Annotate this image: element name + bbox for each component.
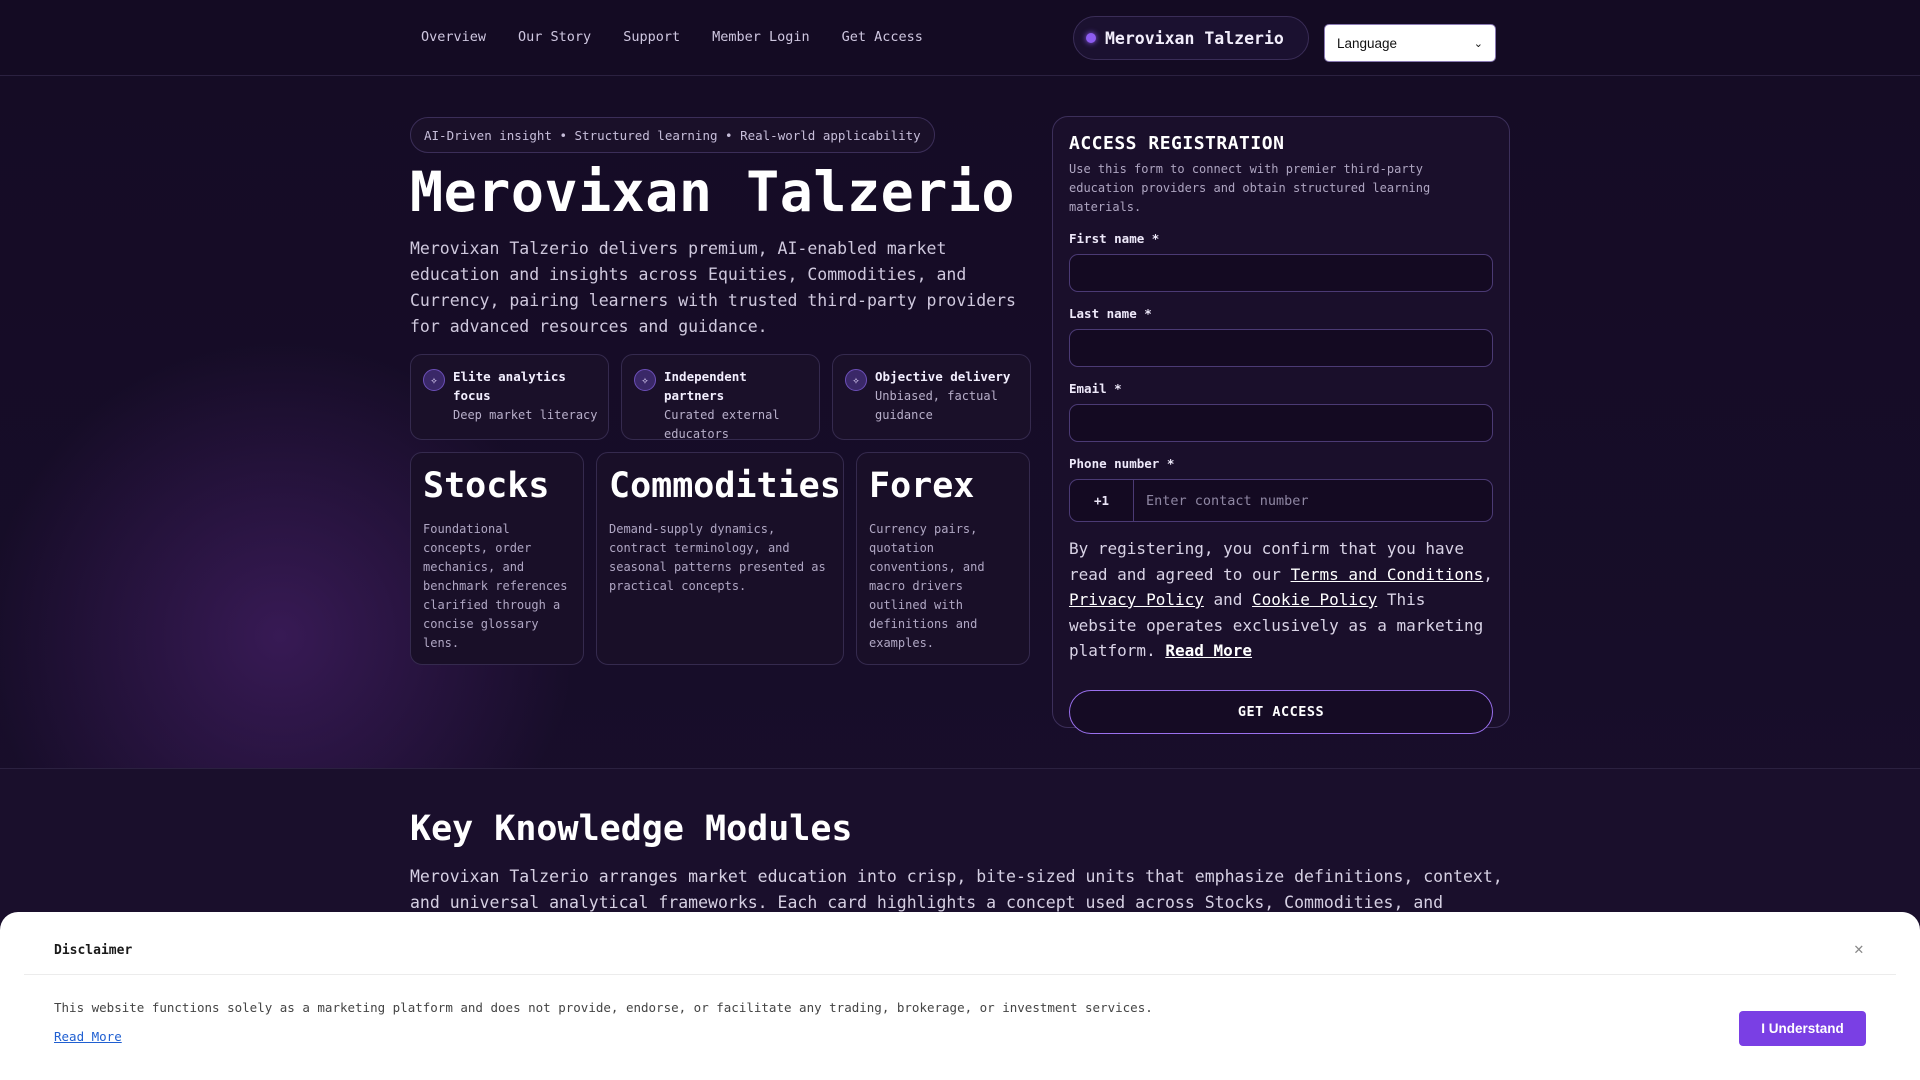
last-name-label: Last name * xyxy=(1069,306,1152,321)
feature-card: ✧ Independent partners Curated external … xyxy=(621,354,820,441)
disclaimer-read-more-link[interactable]: Read More xyxy=(54,1029,122,1044)
email-field[interactable] xyxy=(1069,404,1493,442)
divider xyxy=(24,974,1896,975)
brand-name: Merovixan Talzerio xyxy=(1105,28,1284,48)
privacy-link[interactable]: Privacy Policy xyxy=(1069,590,1204,609)
nav-link-member-login[interactable]: Member Login xyxy=(712,29,810,45)
language-select[interactable]: Language ⌄ xyxy=(1324,24,1496,62)
nav-link-get-access[interactable]: Get Access xyxy=(842,29,923,45)
sparkle-icon: ✧ xyxy=(845,369,867,391)
form-subtitle: Use this form to connect with premier th… xyxy=(1069,162,1431,214)
nav-link-our-story[interactable]: Our Story xyxy=(518,29,591,45)
registration-form: ACCESS REGISTRATION Use this form to con… xyxy=(1052,116,1510,734)
consent-text: By registering, you confirm that you hav… xyxy=(1069,536,1493,664)
i-understand-button[interactable]: I Understand xyxy=(1739,1011,1866,1046)
brand-logo[interactable]: Merovixan Talzerio xyxy=(1073,16,1309,60)
close-icon[interactable]: ✕ xyxy=(1854,939,1864,958)
feature-title: Elite analytics focus xyxy=(453,369,566,403)
disclaimer-title: Disclaimer xyxy=(54,943,133,958)
feature-subtitle: Curated external educators xyxy=(664,408,780,441)
phone-country-code[interactable]: +1 xyxy=(1070,480,1134,521)
hero-description: Merovixan Talzerio delivers premium, AI-… xyxy=(410,239,1016,336)
consent-separator: , xyxy=(1483,564,1493,584)
market-description: Demand-supply dynamics, contract termino… xyxy=(609,522,826,593)
section-title: Key Knowledge Modules xyxy=(410,809,853,849)
nav-link-overview[interactable]: Overview xyxy=(421,29,486,45)
cookie-link[interactable]: Cookie Policy xyxy=(1252,590,1377,609)
feature-list: ✧ Elite analytics focus Deep market lite… xyxy=(410,354,1031,441)
market-title: Stocks xyxy=(423,466,550,506)
phone-label: Phone number * xyxy=(1069,456,1175,471)
brand-dot-icon xyxy=(1086,33,1096,43)
terms-link[interactable]: Terms and Conditions xyxy=(1291,565,1484,584)
feature-title: Independent partners xyxy=(664,369,747,403)
feature-title: Objective delivery xyxy=(875,369,1011,384)
market-card-stocks: Stocks Foundational concepts, order mech… xyxy=(410,452,584,665)
market-description: Currency pairs, quotation conventions, a… xyxy=(869,522,985,650)
hero-tagline-badge: AI-Driven insight • Structured learning … xyxy=(410,117,935,153)
top-navigation: Overview Our Story Support Member Login … xyxy=(0,0,1920,76)
market-title: Commodities xyxy=(609,466,841,506)
market-cards: Stocks Foundational concepts, order mech… xyxy=(410,452,1030,665)
phone-number-input[interactable]: Enter contact number xyxy=(1134,493,1309,509)
sparkle-icon: ✧ xyxy=(634,369,656,391)
consent-separator: and xyxy=(1203,590,1253,609)
disclaimer-banner: Disclaimer ✕ This website functions sole… xyxy=(0,912,1920,1080)
read-more-link[interactable]: Read More xyxy=(1165,641,1252,660)
nav-link-support[interactable]: Support xyxy=(623,29,680,45)
language-select-value: Language xyxy=(1337,35,1398,51)
phone-field: +1 Enter contact number xyxy=(1069,479,1493,522)
first-name-field[interactable] xyxy=(1069,254,1493,292)
disclaimer-text: This website functions solely as a marke… xyxy=(54,1000,1153,1015)
sparkle-icon: ✧ xyxy=(423,369,445,391)
feature-subtitle: Deep market literacy xyxy=(453,408,598,422)
market-description: Foundational concepts, order mechanics, … xyxy=(423,522,568,650)
market-card-forex: Forex Currency pairs, quotation conventi… xyxy=(856,452,1030,665)
last-name-field[interactable] xyxy=(1069,329,1493,367)
feature-subtitle: Unbiased, factual guidance xyxy=(875,389,998,422)
first-name-label: First name * xyxy=(1069,231,1160,246)
email-label: Email * xyxy=(1069,381,1122,396)
hero-title: Merovixan Talzerio xyxy=(410,160,1016,224)
form-title: ACCESS REGISTRATION xyxy=(1069,133,1285,154)
section-description: Merovixan Talzerio arranges market educa… xyxy=(410,867,1503,912)
market-title: Forex xyxy=(869,466,975,506)
feature-card: ✧ Elite analytics focus Deep market lite… xyxy=(410,354,609,440)
market-card-commodities: Commodities Demand-supply dynamics, cont… xyxy=(596,452,844,665)
get-access-button[interactable]: GET ACCESS xyxy=(1069,689,1493,734)
chevron-down-icon: ⌄ xyxy=(1473,37,1483,50)
feature-card: ✧ Objective delivery Unbiased, factual g… xyxy=(832,354,1031,440)
nav-links: Overview Our Story Support Member Login … xyxy=(421,29,923,45)
